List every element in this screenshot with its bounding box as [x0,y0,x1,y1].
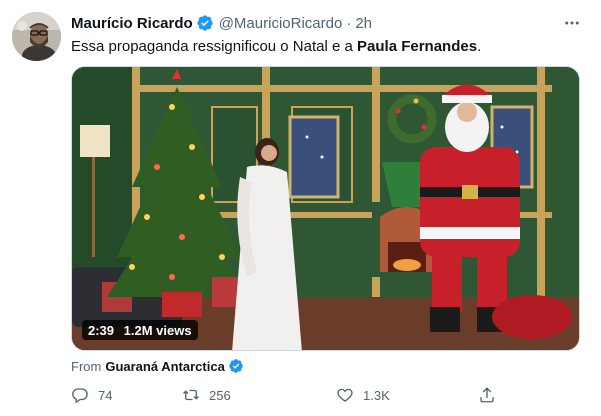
verified-badge-icon [228,358,244,374]
source-prefix: From [71,358,102,374]
more-horizontal-icon[interactable] [562,13,582,33]
share-icon [480,387,494,403]
heart-icon [337,388,353,402]
video-thumbnail [72,67,579,350]
video-duration: 2:39 [88,322,115,338]
separator-dot: · [346,14,352,32]
like-button[interactable]: 1.3K [336,384,390,406]
tweet-actions: 74 256 1.3K [71,384,511,406]
author-name[interactable]: Maurício Ricardo [71,15,193,32]
media-source: From Guaraná Antarctica [71,357,244,375]
verified-badge-icon [196,14,214,32]
tweet[interactable]: Maurício Ricardo @MauricioRicardo · 2h E… [0,0,601,416]
reply-button[interactable]: 74 [71,384,112,406]
avatar[interactable] [12,12,61,61]
tweet-text-body: Essa propaganda ressignificou o Natal e … [71,38,358,55]
retweet-icon [183,389,199,401]
source-name[interactable]: Guaraná Antarctica [105,359,224,374]
timestamp[interactable]: 2h [355,15,372,32]
author-handle[interactable]: @MauricioRicardo [219,15,343,32]
reply-count: 74 [98,387,113,403]
video-views: 1.2M views [123,322,192,338]
retweet-button[interactable]: 256 [182,384,231,406]
video-duration-badge: 2:39 1.2M views [82,320,198,340]
mentioned-name[interactable]: Paula Fernandes [357,38,477,55]
like-count: 1.3K [363,387,390,403]
tweet-text: Essa propaganda ressignificou o Natal e … [71,37,481,57]
tweet-text-end: . [477,38,482,55]
reply-icon [72,388,88,404]
tweet-header: Maurício Ricardo @MauricioRicardo · 2h [71,13,372,33]
video-player[interactable]: 2:39 1.2M views [71,66,580,351]
share-button[interactable] [478,384,505,406]
retweet-count: 256 [209,387,231,403]
